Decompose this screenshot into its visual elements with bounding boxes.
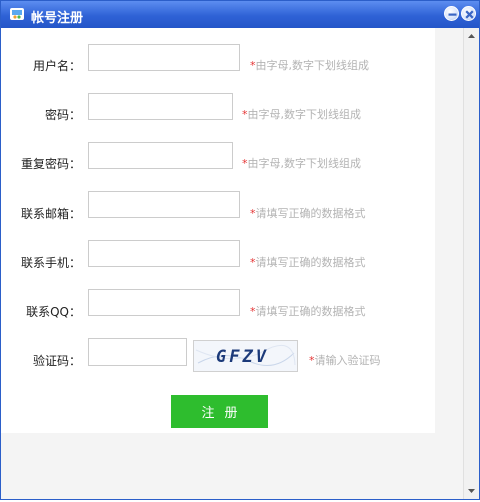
window-title: 帐号注册 [31,11,84,26]
register-form: 用户名： *由字母,数字下划线组成 密码： *由字母,数字下划线组成 重复密码：… [1,28,435,433]
scroll-down-button[interactable] [464,483,479,499]
qq-input[interactable] [88,289,240,316]
confirm-password-label: 重复密码： [20,157,81,171]
password-input[interactable] [88,93,233,120]
scroll-up-button[interactable] [464,28,479,44]
vertical-scrollbar[interactable] [463,28,479,499]
qq-hint-text: 请填写正确的数据格式 [255,305,366,318]
username-hint-text: 由字母,数字下划线组成 [255,59,370,72]
qq-hint: *请填写正确的数据格式 [250,303,366,319]
minimize-button[interactable] [444,6,459,21]
scroll-up-arrow-icon [468,34,475,38]
captcha-image[interactable]: GFZV [193,340,298,372]
username-label: 用户名： [32,59,81,73]
phone-hint-text: 请填写正确的数据格式 [255,256,366,269]
register-window: 帐号注册 用户名： *由字母,数字下划线组成 密码： *由字母,数字下划线组成 … [0,0,480,500]
title-bar[interactable]: 帐号注册 [1,1,479,28]
captcha-hint-text: 请输入验证码 [314,354,381,367]
username-input[interactable] [88,44,240,71]
qq-label: 联系QQ： [26,305,81,319]
captcha-text: GFZV [216,347,269,367]
phone-label: 联系手机： [20,256,81,270]
close-button[interactable] [461,6,476,21]
window-content: 用户名： *由字母,数字下划线组成 密码： *由字母,数字下划线组成 重复密码：… [1,28,463,499]
email-hint-text: 请填写正确的数据格式 [255,207,366,220]
scroll-down-arrow-icon [468,489,475,493]
email-hint: *请填写正确的数据格式 [250,205,366,221]
email-label: 联系邮箱： [20,207,81,221]
username-hint: *由字母,数字下划线组成 [250,57,369,73]
confirm-password-hint-text: 由字母,数字下划线组成 [247,157,362,170]
close-icon [465,10,474,19]
captcha-label: 验证码： [32,354,81,368]
confirm-password-input[interactable] [88,142,233,169]
phone-hint: *请填写正确的数据格式 [250,254,366,270]
phone-input[interactable] [88,240,240,267]
captcha-input[interactable] [88,338,187,366]
password-hint: *由字母,数字下划线组成 [242,106,361,122]
password-hint-text: 由字母,数字下划线组成 [247,108,362,121]
confirm-password-hint: *由字母,数字下划线组成 [242,155,361,171]
captcha-hint: *请输入验证码 [309,352,381,368]
register-button[interactable]: 注册 [171,395,268,428]
app-logo-icon [9,6,25,22]
password-label: 密码： [44,108,81,122]
email-input[interactable] [88,191,240,218]
minimize-icon [448,13,457,16]
